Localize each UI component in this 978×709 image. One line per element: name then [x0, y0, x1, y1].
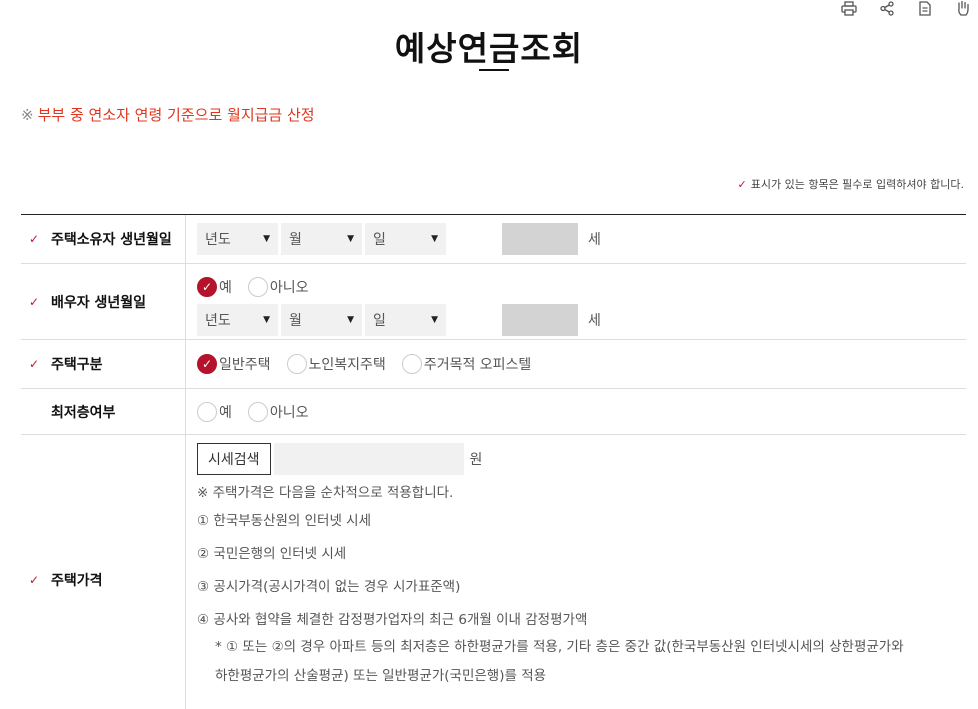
owner-day-select[interactable]: 일 ▼ — [365, 223, 446, 255]
lowest-floor-label: 최저층여부 — [21, 389, 186, 434]
house-price-label: ✓ 주택가격 — [21, 435, 186, 709]
dropdown-arrow-icon: ▼ — [431, 315, 438, 325]
dropdown-arrow-icon: ▼ — [263, 234, 270, 244]
spouse-yes-label: 예 — [219, 280, 232, 296]
price-search-button[interactable]: 시세검색 — [197, 443, 271, 475]
spouse-age-field — [502, 304, 578, 336]
checkmark-icon: ✓ — [737, 177, 747, 191]
pension-form: ✓ 주택소유자 생년월일 년도 ▼ 월 ▼ 일 ▼ 세 ✓ 배우자 생년월일 ✓ 예 아… — [21, 214, 966, 709]
spouse-day-value: 일 — [373, 313, 386, 329]
lowest-floor-row: 최저층여부 예 아니오 — [21, 389, 966, 435]
radio-checked-icon: ✓ — [197, 277, 217, 297]
list-item: ④ 공사와 협약을 체결한 감정평가업자의 최근 6개월 이내 감정평가액 — [197, 611, 588, 628]
owner-year-value: 년도 — [205, 232, 231, 248]
radio-empty-icon — [247, 277, 268, 297]
lowest-floor-label-text: 최저층여부 — [51, 404, 116, 421]
owner-age-unit: 세 — [588, 232, 601, 248]
lowest-floor-yes-label: 예 — [219, 404, 232, 421]
notice-text: ※ 부부 중 연소자 연령 기준으로 월지급금 산정 — [21, 104, 315, 125]
owner-day-value: 일 — [373, 232, 386, 248]
lowest-floor-no-radio[interactable]: 아니오 — [247, 401, 309, 422]
spouse-no-label: 아니오 — [269, 280, 309, 296]
house-type-label-text: 주택구분 — [51, 357, 103, 373]
dropdown-arrow-icon: ▼ — [431, 234, 438, 244]
lowest-floor-yes-radio[interactable]: 예 — [197, 401, 232, 422]
house-price-input[interactable] — [273, 443, 464, 475]
radio-empty-icon — [286, 354, 307, 374]
price-unit: 원 — [469, 452, 483, 468]
dropdown-arrow-icon: ▼ — [347, 234, 354, 244]
house-type-officetel-label: 주거목적 오피스텔 — [423, 357, 532, 373]
dropdown-arrow-icon: ▼ — [347, 315, 354, 325]
radio-empty-icon — [401, 354, 422, 374]
house-price-row: ✓ 주택가격 시세검색 원 ※ 주택가격은 다음을 순차적으로 적용합니다. ①… — [21, 435, 966, 709]
list-item: ② 국민은행의 인터넷 시세 — [197, 546, 347, 563]
price-sub-note: * ① 또는 ②의 경우 아파트 등의 최저층은 하한평균가를 적용, 기타 층… — [215, 638, 904, 655]
lowest-floor-no-label: 아니오 — [269, 404, 309, 421]
list-item: ① 한국부동산원의 인터넷 시세 — [197, 513, 372, 530]
spouse-day-select[interactable]: 일 ▼ — [365, 304, 446, 336]
spouse-year-value: 년도 — [205, 313, 231, 329]
radio-checked-icon: ✓ — [197, 354, 217, 374]
spouse-year-select[interactable]: 년도 ▼ — [197, 304, 278, 336]
house-type-general-radio[interactable]: ✓ 일반주택 — [197, 354, 271, 374]
owner-age-field — [502, 223, 578, 255]
required-checkmark-icon: ✓ — [29, 294, 40, 309]
price-rule-note: ※ 주택가격은 다음을 순차적으로 적용합니다. — [197, 485, 454, 501]
spouse-month-value: 월 — [289, 313, 302, 329]
radio-empty-icon — [197, 401, 217, 422]
house-type-label: ✓ 주택구분 — [21, 340, 186, 388]
owner-month-select[interactable]: 월 ▼ — [281, 223, 362, 255]
list-item: ③ 공시가격(공시가격이 없는 경우 시가표준액) — [197, 579, 461, 596]
required-note: ✓ 표시가 있는 항목은 필수로 입력하셔야 합니다. — [738, 176, 964, 192]
hand-icon[interactable] — [954, 0, 972, 16]
owner-year-select[interactable]: 년도 ▼ — [197, 223, 278, 255]
spouse-birth-label: ✓ 배우자 생년월일 — [21, 264, 186, 339]
title-divider — [479, 69, 509, 71]
dropdown-arrow-icon: ▼ — [263, 315, 270, 325]
page-toolbar — [840, 0, 972, 16]
spouse-month-select[interactable]: 월 ▼ — [281, 304, 362, 336]
notice-message: 부부 중 연소자 연령 기준으로 월지급금 산정 — [37, 106, 315, 124]
radio-empty-icon — [247, 401, 268, 422]
required-checkmark-icon: ✓ — [29, 232, 40, 246]
notice-mark: ※ — [21, 106, 34, 124]
owner-birth-label: ✓ 주택소유자 생년월일 — [21, 215, 186, 263]
house-type-senior-radio[interactable]: 노인복지주택 — [286, 354, 386, 374]
spouse-yes-radio[interactable]: ✓ 예 — [197, 277, 232, 297]
house-type-row: ✓ 주택구분 ✓ 일반주택 노인복지주택 주거목적 오피스텔 — [21, 340, 966, 389]
spouse-age-unit: 세 — [588, 313, 601, 329]
page-title: 예상연금조회 — [394, 29, 584, 68]
print-icon[interactable] — [840, 0, 858, 16]
owner-month-value: 월 — [289, 232, 302, 248]
required-note-text: 표시가 있는 항목은 필수로 입력하셔야 합니다. — [750, 178, 964, 191]
required-checkmark-icon: ✓ — [29, 357, 40, 371]
house-type-general-label: 일반주택 — [219, 357, 271, 373]
spouse-no-radio[interactable]: 아니오 — [247, 277, 309, 297]
required-checkmark-icon: ✓ — [29, 572, 40, 587]
document-icon[interactable] — [916, 0, 934, 16]
price-rule-list: ① 한국부동산원의 인터넷 시세 ② 국민은행의 인터넷 시세 ③ 공시가격(공… — [197, 512, 966, 685]
house-type-senior-label: 노인복지주택 — [308, 357, 386, 373]
owner-birth-label-text: 주택소유자 생년월일 — [51, 232, 172, 248]
share-icon[interactable] — [878, 0, 896, 16]
price-sub-note-continued: 하한평균가의 산술평균) 또는 일반평균가(국민은행)를 적용 — [215, 667, 547, 684]
owner-birth-row: ✓ 주택소유자 생년월일 년도 ▼ 월 ▼ 일 ▼ 세 — [21, 215, 966, 264]
house-type-officetel-radio[interactable]: 주거목적 오피스텔 — [401, 354, 532, 374]
spouse-birth-label-text: 배우자 생년월일 — [51, 294, 147, 311]
house-price-label-text: 주택가격 — [51, 572, 103, 589]
spouse-birth-row: ✓ 배우자 생년월일 ✓ 예 아니오 년도 ▼ 월 ▼ 일 ▼ 세 — [21, 264, 966, 340]
